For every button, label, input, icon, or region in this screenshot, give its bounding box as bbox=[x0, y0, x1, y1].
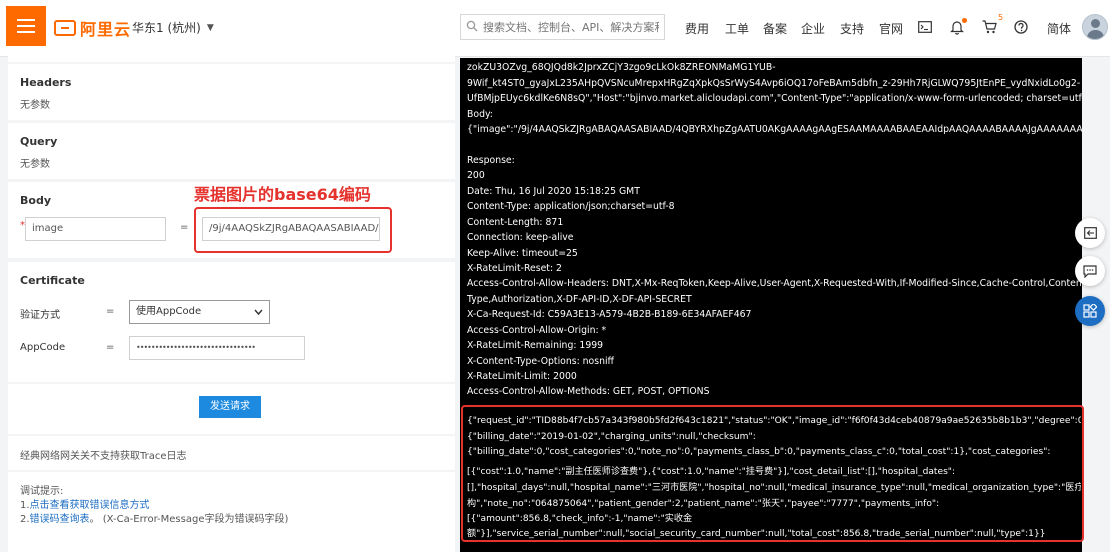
body-param-name-field[interactable]: image bbox=[25, 217, 166, 241]
equals-sign: = bbox=[106, 342, 115, 353]
aliyun-logo[interactable]: 阿里云 bbox=[54, 16, 131, 40]
console-line: Access-Control-Allow-Methods: GET, POST,… bbox=[467, 386, 710, 397]
logo-text: 阿里云 bbox=[80, 20, 132, 39]
query-empty-text: 无参数 bbox=[20, 159, 50, 170]
console-line: Connection: keep-alive bbox=[467, 232, 574, 243]
nav-official-site[interactable]: 官网 bbox=[879, 20, 903, 37]
request-panel: Headers 无参数 Query 无参数 Body * image = /9j… bbox=[8, 56, 455, 552]
auth-method-label: 验证方式 bbox=[20, 310, 60, 321]
json-line: 额"}],"service_serial_number":null,"socia… bbox=[467, 529, 1046, 539]
appcode-label: AppCode bbox=[20, 342, 66, 353]
console-line: 9Wif_kt4ST0_gyaJxL235AHpQVSNcuMrepxHRgZq… bbox=[467, 78, 1081, 89]
nav-billing[interactable]: 费用 bbox=[685, 20, 709, 37]
aliyun-logo-icon bbox=[54, 20, 76, 36]
search-icon bbox=[461, 20, 483, 35]
nav-support[interactable]: 支持 bbox=[840, 20, 864, 37]
global-search-box[interactable] bbox=[460, 14, 665, 40]
chevron-down-icon bbox=[254, 301, 263, 323]
language-switch[interactable]: 简体 bbox=[1047, 20, 1071, 37]
auth-method-value: 使用AppCode bbox=[136, 306, 202, 317]
debug-tips-section: 调试提示: 1.点击查看获取错误信息方式 2.错误码查询表。 (X-Ca-Err… bbox=[8, 472, 455, 552]
nav-tickets[interactable]: 工单 bbox=[725, 20, 749, 37]
apps-button[interactable] bbox=[1075, 296, 1105, 326]
nav-enterprise[interactable]: 企业 bbox=[801, 20, 825, 37]
search-input[interactable] bbox=[483, 20, 659, 34]
json-line: [{"cost":1.0,"name":"副主任医师诊查费"},{"cost":… bbox=[467, 467, 956, 477]
console-line: Access-Control-Allow-Origin: * bbox=[467, 325, 607, 336]
json-line: 构","note_no":"064875064","patient_gender… bbox=[467, 499, 940, 509]
trace-section: 经典网络网关关不支持获取Trace日志 bbox=[8, 436, 455, 470]
error-code-table-link[interactable]: 错误码查询表 bbox=[30, 514, 90, 525]
chat-icon bbox=[1083, 264, 1097, 278]
region-selector[interactable]: 华东1 (杭州) ▼ bbox=[132, 19, 214, 36]
equals-sign: = bbox=[106, 306, 115, 317]
annotation-highlight-box bbox=[194, 207, 392, 253]
console-line: Access-Control-Allow-Headers: DNT,X-Mx-R… bbox=[467, 278, 1082, 289]
nav-icp[interactable]: 备案 bbox=[763, 20, 787, 37]
collapse-panel-button[interactable] bbox=[1075, 218, 1105, 248]
tip-2-index: 2. bbox=[20, 514, 30, 525]
query-title: Query bbox=[20, 135, 58, 148]
cart-count-badge: 5 bbox=[998, 13, 1004, 22]
terminal-icon[interactable] bbox=[916, 18, 934, 36]
notification-dot bbox=[962, 18, 967, 23]
console-line: X-RateLimit-Reset: 2 bbox=[467, 263, 562, 274]
cart-icon[interactable] bbox=[980, 18, 998, 36]
region-label: 华东1 (杭州) bbox=[132, 21, 201, 35]
headers-title: Headers bbox=[20, 76, 72, 89]
console-line: {"image":"/9j/4AAQSkZJRgABAQAASABIAAD/4Q… bbox=[467, 124, 1082, 135]
base64-annotation: 票据图片的base64编码 bbox=[194, 185, 371, 204]
caret-down-icon: ▼ bbox=[206, 22, 214, 33]
console-line: Date: Thu, 16 Jul 2020 15:18:25 GMT bbox=[467, 186, 640, 197]
console-line: X-Content-Type-Options: nosniff bbox=[467, 356, 614, 367]
hamburger-menu-button[interactable] bbox=[6, 6, 46, 46]
feedback-button[interactable] bbox=[1075, 256, 1105, 286]
tips-title: 调试提示: bbox=[20, 486, 64, 497]
headers-section: Headers 无参数 bbox=[8, 64, 455, 120]
console-line: zokZU3OZvg_68QJQd8k2JprxZCjY3zgo9cLkOk8Z… bbox=[467, 62, 776, 73]
console-line: Keep-Alive: timeout=25 bbox=[467, 248, 578, 259]
console-line: Response: bbox=[467, 155, 515, 166]
equals-sign: = bbox=[180, 222, 189, 233]
json-line: {"request_id":"TID88b4f7cb57a343f980b5fd… bbox=[467, 416, 1081, 426]
json-line: [{"amount":856.8,"check_info":-1,"name":… bbox=[467, 514, 693, 524]
console-line: Content-Type: application/json;charset=u… bbox=[467, 201, 675, 212]
trace-notice: 经典网络网关关不支持获取Trace日志 bbox=[20, 451, 187, 462]
certificate-title: Certificate bbox=[20, 274, 85, 287]
menu-icon bbox=[17, 19, 35, 33]
previous-card-bottom bbox=[8, 56, 455, 62]
console-line: Body: bbox=[467, 109, 493, 120]
json-line: {"billing_date":0,"cost_categories":0,"n… bbox=[467, 447, 1051, 457]
auth-method-select[interactable]: 使用AppCode bbox=[129, 300, 270, 324]
console-line: UfBMjpEUyc6kdlKe6N8sQ","Host":"bjinvo.ma… bbox=[467, 93, 1082, 104]
headers-empty-text: 无参数 bbox=[20, 100, 50, 111]
query-section: Query 无参数 bbox=[8, 123, 455, 179]
send-request-button[interactable]: 发送请求 bbox=[199, 396, 261, 418]
top-navigation-bar: 阿里云 华东1 (杭州) ▼ 费用 工单 备案 企业 支持 官网 5 简体 bbox=[0, 0, 1110, 57]
appcode-input[interactable]: •••••••••••••••••••••••••••••••• bbox=[129, 336, 305, 360]
console-line: X-RateLimit-Limit: 2000 bbox=[467, 371, 577, 382]
tip-2: 2.错误码查询表。 (X-Ca-Error-Message字段为错误码字段) bbox=[20, 510, 288, 525]
user-avatar[interactable] bbox=[1082, 14, 1108, 40]
tip-2-suffix: 。 (X-Ca-Error-Message字段为错误码字段) bbox=[89, 514, 289, 525]
console-line: 200 bbox=[467, 170, 485, 181]
json-line: {"billing_date":"2019-01-02","charging_u… bbox=[467, 432, 756, 442]
help-icon[interactable] bbox=[1012, 18, 1030, 36]
console-line: Content-Length: 871 bbox=[467, 217, 564, 228]
console-line: Type,Authorization,X-DF-API-ID,X-DF-API-… bbox=[467, 294, 692, 305]
json-line: [],"hospital_days":null,"hospital_name":… bbox=[467, 483, 1081, 493]
console-line: X-RateLimit-Remaining: 1999 bbox=[467, 340, 604, 351]
apps-grid-icon bbox=[1083, 304, 1097, 318]
certificate-section: Certificate 验证方式 = 使用AppCode AppCode = •… bbox=[8, 262, 455, 382]
tip-1: 1.点击查看获取错误信息方式 bbox=[20, 496, 150, 511]
body-title: Body bbox=[20, 194, 51, 207]
console-line: X-Ca-Request-Id: C59A3E13-A579-4B2B-B189… bbox=[467, 309, 752, 320]
collapse-icon bbox=[1083, 227, 1097, 239]
